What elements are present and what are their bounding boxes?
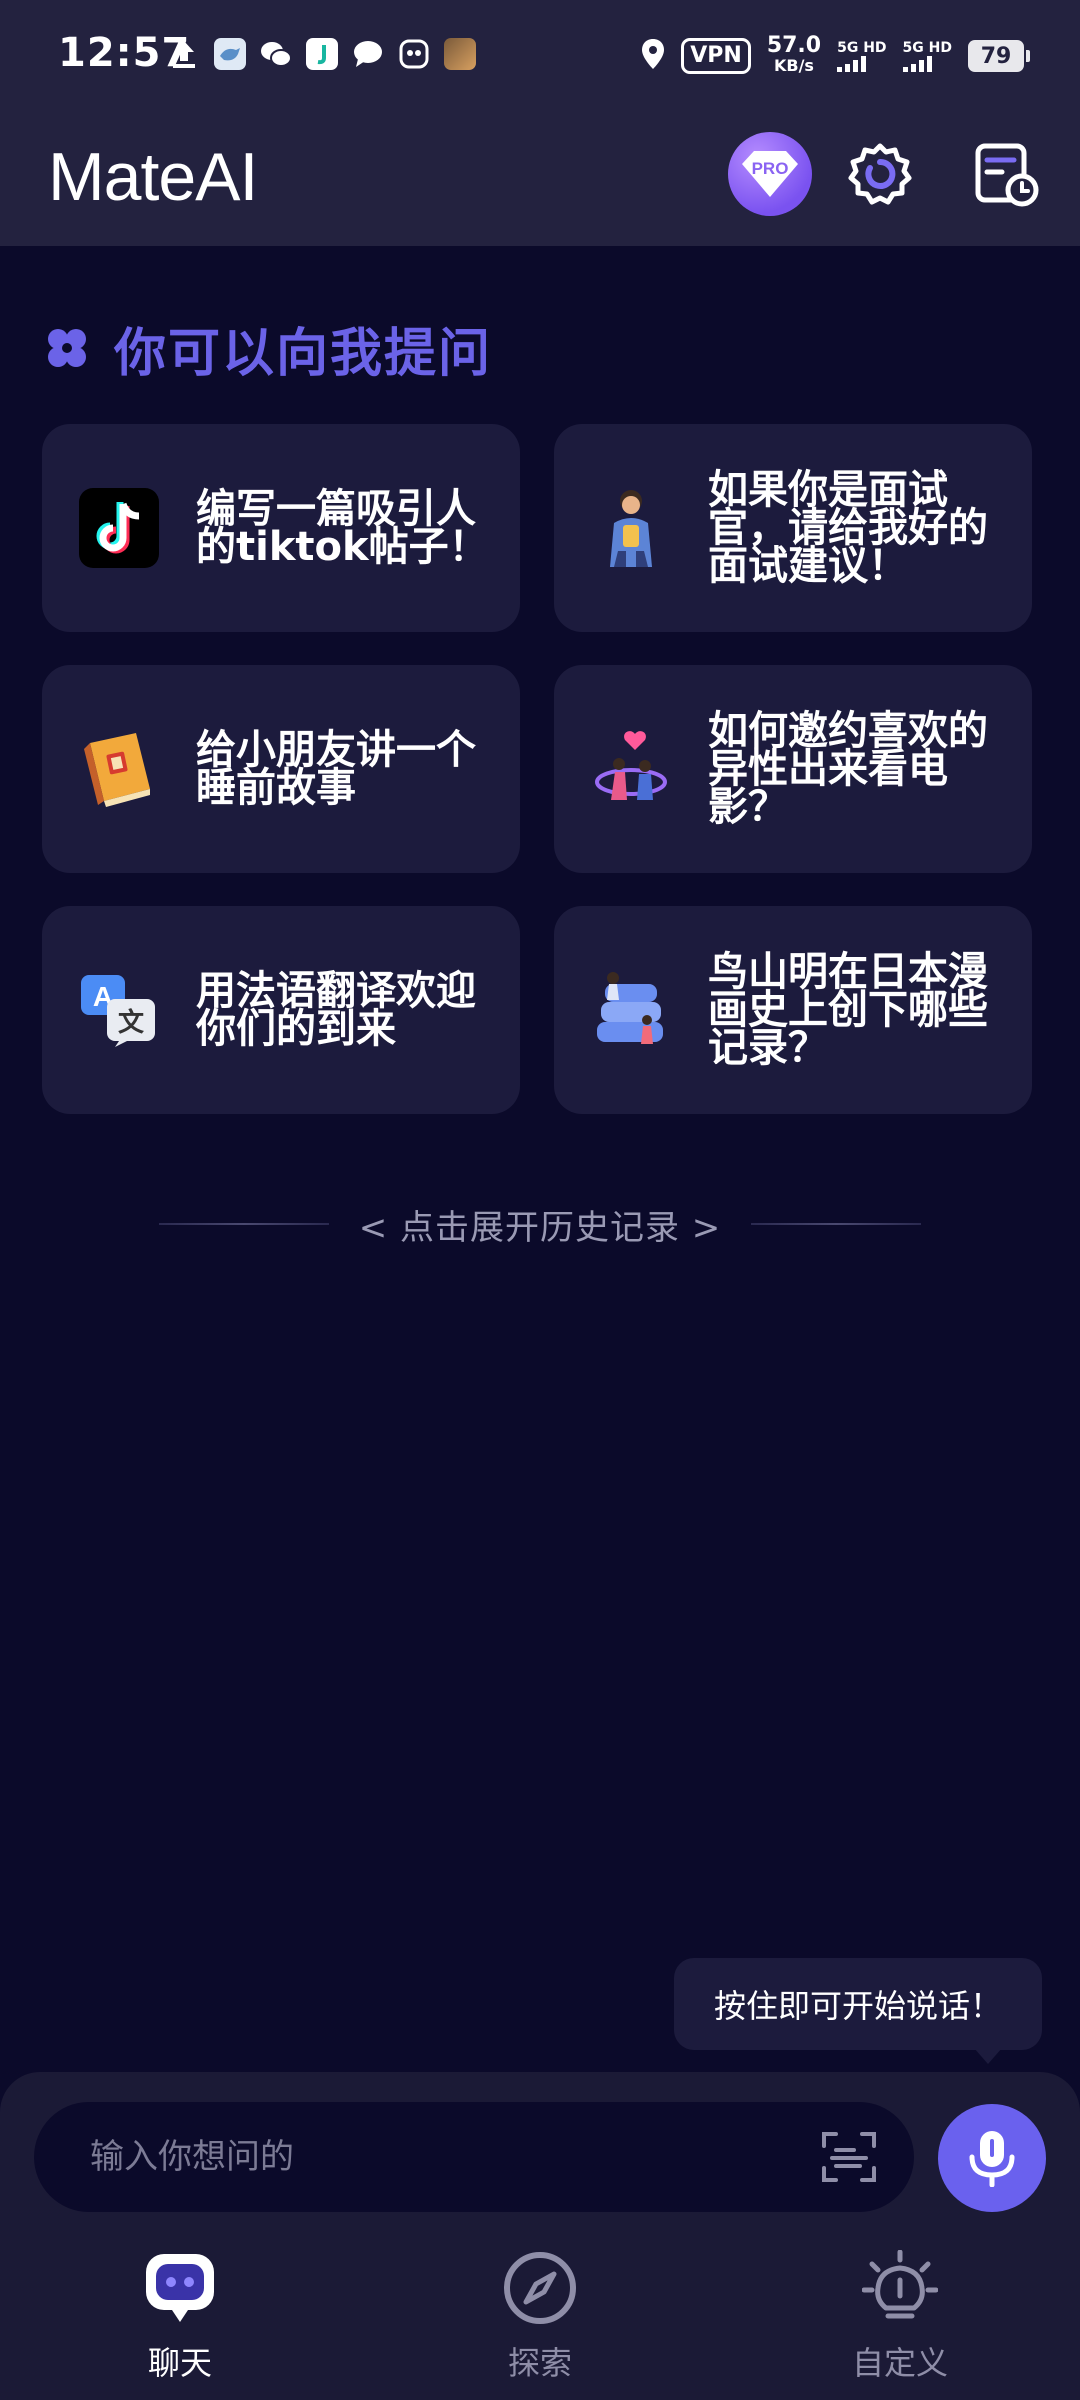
tab-chat[interactable]: 聊天: [80, 2250, 280, 2384]
suggestion-card[interactable]: 给小朋友讲一个睡前故事: [42, 665, 520, 873]
translate-icon: A 文: [78, 969, 160, 1051]
vpn-badge: VPN: [681, 38, 751, 74]
compass-icon: [502, 2250, 578, 2326]
notification-app-icon: [214, 38, 246, 70]
svg-text:PRO: PRO: [752, 159, 789, 178]
suggestion-card[interactable]: A 文 用法语翻译欢迎你们的到来: [42, 906, 520, 1114]
message-icon: [352, 38, 384, 70]
suggestion-text: 给小朋友讲一个睡前故事: [196, 727, 476, 811]
tab-label: 聊天: [147, 2344, 212, 2382]
settings-button[interactable]: [846, 140, 914, 208]
couple-heart-icon: [590, 728, 672, 810]
notification-app-icon: [398, 38, 430, 70]
lightbulb-icon: [862, 2250, 938, 2326]
upload-icon: [168, 38, 200, 70]
expand-history-link[interactable]: < 点击展开历史记录 >: [0, 1188, 1080, 1260]
status-bar: 12:57 VPN 57.0 KB/s 5G HD 5G HD 79: [0, 0, 1080, 112]
expand-history-label: < 点击展开历史记录 >: [358, 1207, 722, 1248]
suggestions-title: 你可以向我提问: [114, 323, 493, 384]
suggestions-heading: 你可以向我提问: [44, 312, 492, 384]
svg-text:文: 文: [118, 1007, 145, 1038]
scan-button[interactable]: [820, 2128, 878, 2186]
divider: [158, 1223, 329, 1225]
voice-input-button[interactable]: [938, 2104, 1046, 2212]
pro-diamond-icon: PRO: [742, 151, 798, 197]
bottom-nav: 聊天 探索 自定义: [0, 2250, 1080, 2400]
location-icon: [641, 38, 665, 74]
clover-icon: [48, 329, 86, 367]
signal-sim2-icon: 5G HD: [902, 40, 952, 72]
pro-button[interactable]: PRO: [728, 132, 812, 216]
suggestion-grid: 编写一篇吸引人的tiktok帖子！ 如果你是面试官，请给我好的面试建议！ 给小朋…: [42, 424, 1032, 1114]
tab-explore[interactable]: 探索: [440, 2250, 640, 2384]
network-speed: 57.0 KB/s: [766, 33, 822, 76]
interviewer-figure-icon: [590, 487, 672, 569]
signal-sim1-icon: 5G HD: [837, 40, 887, 72]
suggestion-card[interactable]: 编写一篇吸引人的tiktok帖子！: [42, 424, 520, 632]
message-input-box: [34, 2102, 914, 2212]
tab-customize[interactable]: 自定义: [800, 2250, 1000, 2384]
voice-tooltip: 按住即可开始说话！: [674, 1958, 1042, 2064]
app-header: MateAI PRO: [0, 112, 1080, 246]
message-input[interactable]: [90, 2137, 770, 2177]
tab-label: 自定义: [851, 2344, 948, 2382]
notification-app-icon: [444, 38, 476, 70]
suggestion-text: 编写一篇吸引人的tiktok帖子！: [196, 486, 489, 570]
scan-icon: [822, 2132, 876, 2182]
storybook-icon: [78, 728, 160, 810]
history-button[interactable]: [972, 140, 1040, 208]
suggestion-card[interactable]: 如果你是面试官，请给我好的面试建议！: [554, 424, 1032, 632]
status-indicators: VPN 57.0 KB/s 5G HD 5G HD 79: [641, 33, 1030, 78]
suggestion-card[interactable]: 如何邀约喜欢的异性出来看电影？: [554, 665, 1032, 873]
books-stack-icon: [590, 969, 672, 1051]
notification-icons: [168, 38, 476, 70]
suggestion-text: 如果你是面试官，请给我好的面试建议！: [708, 467, 988, 589]
bottom-panel: 聊天 探索: [0, 2072, 1080, 2400]
notification-app-icon: [306, 38, 338, 70]
divider: [751, 1223, 922, 1225]
wechat-icon: [260, 38, 292, 70]
tab-label: 探索: [507, 2344, 572, 2382]
suggestion-text: 鸟山明在日本漫画史上创下哪些记录？: [708, 949, 988, 1071]
microphone-icon: [969, 2131, 1015, 2187]
suggestion-text: 如何邀约喜欢的异性出来看电影？: [708, 708, 988, 830]
suggestion-text: 用法语翻译欢迎你们的到来: [196, 968, 476, 1052]
battery-icon: 79: [968, 40, 1030, 72]
tiktok-logo-icon: [78, 487, 160, 569]
chat-bot-icon: [142, 2250, 218, 2326]
settings-gear-icon: [848, 143, 912, 205]
suggestion-card[interactable]: 鸟山明在日本漫画史上创下哪些记录？: [554, 906, 1032, 1114]
app-title: MateAI: [48, 139, 258, 215]
history-list-icon: [975, 143, 1039, 207]
